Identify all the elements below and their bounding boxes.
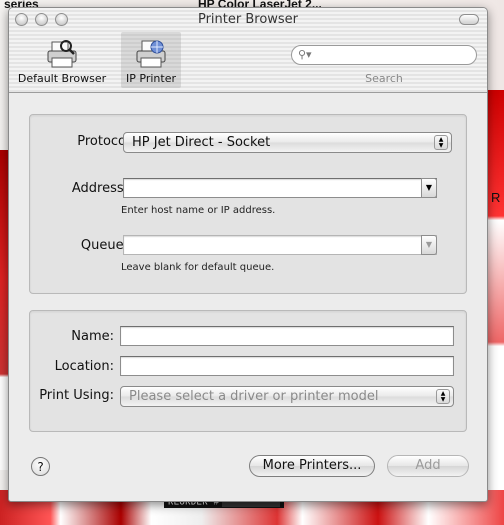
- default-browser-tab[interactable]: Default Browser: [13, 32, 111, 88]
- window-title: Printer Browser: [197, 12, 299, 27]
- protocol-label: Protocol:: [77, 134, 134, 149]
- printer-search-icon: [46, 38, 78, 70]
- background-text-letter: R: [491, 190, 501, 205]
- location-label: Location:: [54, 359, 114, 374]
- address-combo-box[interactable]: ▼: [123, 178, 437, 198]
- printer-browser-window: Printer Browser Default Browser IP Print…: [8, 7, 488, 502]
- add-button[interactable]: Add: [387, 455, 469, 477]
- location-field[interactable]: [120, 356, 454, 376]
- protocol-value: HP Jet Direct - Socket: [132, 135, 271, 150]
- print-using-label: Print Using:: [39, 388, 114, 403]
- chevron-down-icon[interactable]: ▼: [421, 235, 437, 255]
- name-field[interactable]: [120, 326, 454, 346]
- printer-details-group: Name: Location: Print Using: Please sele…: [29, 310, 467, 432]
- popup-arrows-icon: ▲ ▼: [434, 135, 448, 150]
- search-label: Search: [365, 72, 403, 85]
- background-strip-right: [488, 90, 504, 510]
- queue-combo-box[interactable]: ▼: [123, 235, 437, 255]
- chevron-down-icon[interactable]: ▼: [421, 178, 437, 198]
- popup-arrows-icon: ▲ ▼: [436, 389, 450, 404]
- titlebar-toolbar: Printer Browser Default Browser IP Print…: [9, 8, 487, 93]
- toolbar-toggle-button[interactable]: [459, 14, 479, 25]
- print-using-popup[interactable]: Please select a driver or printer model …: [120, 386, 454, 407]
- default-browser-label: Default Browser: [17, 72, 107, 85]
- ip-printer-label: IP Printer: [126, 72, 176, 85]
- ip-printer-icon: [135, 38, 167, 70]
- search-field[interactable]: ⚲▾: [291, 45, 477, 65]
- protocol-popup[interactable]: HP Jet Direct - Socket ▲ ▼: [123, 132, 452, 153]
- help-button[interactable]: ?: [31, 457, 50, 476]
- queue-hint: Leave blank for default queue.: [121, 262, 275, 273]
- name-label: Name:: [71, 329, 114, 344]
- ip-printer-tab[interactable]: IP Printer: [121, 32, 181, 88]
- print-using-value: Please select a driver or printer model: [129, 389, 379, 404]
- address-label: Address:: [71, 181, 128, 196]
- queue-label: Queue:: [80, 238, 128, 253]
- address-hint: Enter host name or IP address.: [121, 205, 276, 216]
- more-printers-button[interactable]: More Printers...: [249, 455, 375, 477]
- search-icon: ⚲▾: [298, 48, 312, 61]
- connection-group: Protocol: HP Jet Direct - Socket ▲ ▼ Addr…: [29, 114, 467, 294]
